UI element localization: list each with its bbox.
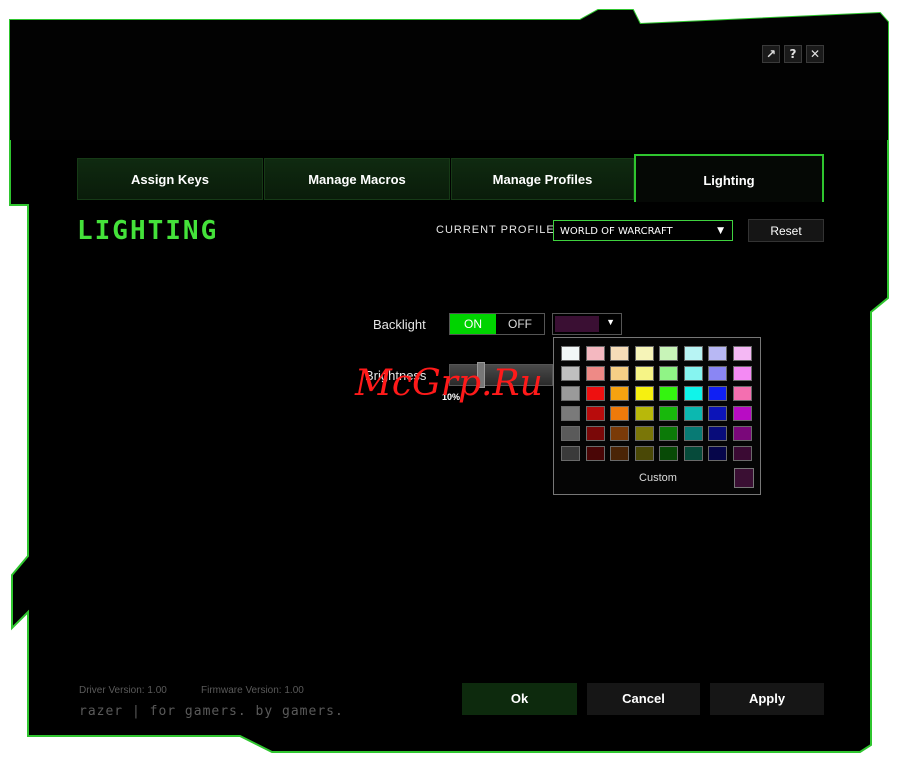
palette-color-swatch[interactable] [659,366,678,381]
palette-color-swatch[interactable] [659,446,678,461]
backlight-on-button[interactable]: ON [450,314,496,334]
tab-lighting[interactable]: Lighting [634,154,824,202]
backlight-toggle[interactable]: ON OFF [449,313,545,335]
close-icon[interactable]: ✕ [806,45,824,63]
palette-color-swatch[interactable] [585,386,605,401]
palette-color-swatch[interactable] [561,426,580,441]
palette-color-swatch[interactable] [634,366,654,381]
palette-color-swatch[interactable] [561,386,580,401]
palette-color-swatch[interactable] [683,366,703,381]
palette-color-swatch[interactable] [708,366,727,381]
palette-color-swatch[interactable] [585,346,605,361]
palette-color-swatch[interactable] [610,426,629,441]
palette-color-swatch[interactable] [561,446,580,461]
driver-version: Driver Version: 1.00 [79,685,167,696]
palette-color-swatch[interactable] [683,406,703,421]
palette-color-swatch[interactable] [610,366,629,381]
palette-color-swatch[interactable] [610,446,629,461]
palette-color-swatch[interactable] [708,346,727,361]
backlight-color-dropdown[interactable]: ▼ [552,313,622,335]
palette-color-swatch[interactable] [732,446,752,461]
palette-color-swatch[interactable] [708,386,727,401]
palette-color-swatch[interactable] [659,426,678,441]
ok-button[interactable]: Ok [462,683,577,715]
palette-color-swatch[interactable] [610,346,629,361]
help-icon[interactable]: ? [784,45,802,63]
cancel-button[interactable]: Cancel [587,683,700,715]
palette-color-swatch[interactable] [708,446,727,461]
palette-color-swatch[interactable] [659,386,678,401]
color-palette-popup: Custom [553,337,761,495]
palette-color-swatch[interactable] [708,406,727,421]
palette-color-swatch[interactable] [585,426,605,441]
profile-value: WORLD OF WARCRAFT [560,226,673,237]
tab-assign-keys[interactable]: Assign Keys [77,158,263,200]
custom-color-swatch[interactable] [734,468,754,488]
chevron-down-icon: ▼ [606,317,615,327]
palette-color-swatch[interactable] [585,366,605,381]
palette-color-swatch[interactable] [659,346,678,361]
brand-tagline: razer | for gamers. by gamers. [79,704,344,719]
tab-manage-profiles[interactable]: Manage Profiles [451,158,634,200]
page-title: Lighting [77,216,219,246]
reset-button[interactable]: Reset [748,219,824,242]
apply-button[interactable]: Apply [710,683,824,715]
palette-color-swatch[interactable] [561,366,580,381]
firmware-version: Firmware Version: 1.00 [201,685,304,696]
palette-color-swatch[interactable] [732,386,752,401]
palette-color-swatch[interactable] [610,406,629,421]
palette-color-swatch[interactable] [634,426,654,441]
palette-color-swatch[interactable] [585,406,605,421]
palette-color-swatch[interactable] [708,426,727,441]
palette-color-swatch[interactable] [732,346,752,361]
palette-color-swatch[interactable] [561,346,580,361]
chevron-down-icon: ▼ [717,226,724,236]
tab-manage-macros[interactable]: Manage Macros [264,158,450,200]
palette-color-swatch[interactable] [683,426,703,441]
current-profile-label: CURRENT PROFILE [436,224,555,236]
palette-color-swatch[interactable] [634,446,654,461]
palette-color-swatch[interactable] [683,386,703,401]
palette-color-swatch[interactable] [732,406,752,421]
settings-icon[interactable]: ↗ [762,45,780,63]
palette-color-swatch[interactable] [610,386,629,401]
palette-color-swatch[interactable] [659,406,678,421]
palette-color-swatch[interactable] [585,446,605,461]
palette-color-swatch[interactable] [732,426,752,441]
palette-color-swatch[interactable] [561,406,580,421]
palette-color-swatch[interactable] [634,346,654,361]
palette-color-swatch[interactable] [634,386,654,401]
palette-color-swatch[interactable] [634,406,654,421]
current-color-swatch [555,316,599,332]
palette-color-swatch[interactable] [683,346,703,361]
backlight-label: Backlight [373,317,426,332]
profile-dropdown[interactable]: WORLD OF WARCRAFT ▼ [553,220,733,241]
backlight-off-button[interactable]: OFF [496,314,544,334]
palette-color-swatch[interactable] [683,446,703,461]
custom-color-label: Custom [639,472,677,484]
watermark: McGrp.Ru [355,363,543,404]
palette-color-swatch[interactable] [732,366,752,381]
